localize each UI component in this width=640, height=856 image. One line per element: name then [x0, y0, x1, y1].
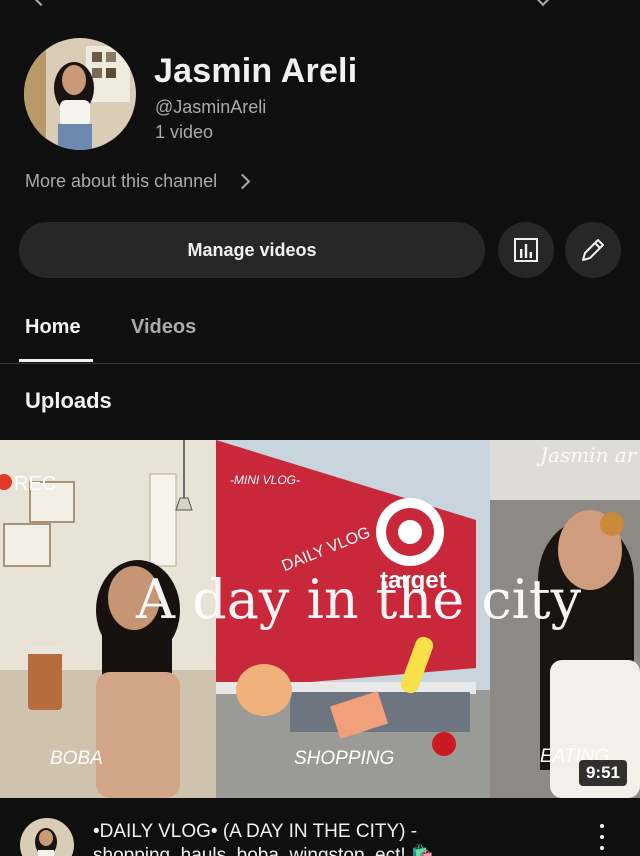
thumbnail-headline: A day in the city: [135, 568, 582, 631]
tab-home[interactable]: Home: [25, 316, 81, 339]
manage-videos-button[interactable]: Manage videos: [19, 222, 485, 278]
video-title-line-1: •DAILY VLOG• (A DAY IN THE CITY) -: [93, 821, 418, 842]
more-about-label: More about this channel: [25, 170, 218, 191]
channel-header: Jasmin Areli @JasminAreli 1 video: [24, 38, 624, 154]
channel-tabs: Home Videos: [0, 300, 640, 364]
tab-selected-indicator: [19, 359, 93, 362]
chevron-right-icon: [234, 173, 251, 189]
edit-channel-button[interactable]: [565, 222, 621, 278]
video-thumbnail[interactable]: REC BOBA target -MINI VLOG- DAILY VLOG S…: [0, 440, 640, 798]
video-list-item[interactable]: •DAILY VLOG• (A DAY IN THE CITY) - shopp…: [0, 816, 640, 856]
video-title-line-2: shopping, hauls, boba, wingstop, ect! 🛍️: [93, 845, 435, 856]
channel-avatar[interactable]: [24, 38, 136, 150]
rec-label: REC: [14, 473, 56, 495]
video-title[interactable]: •DAILY VLOG• (A DAY IN THE CITY) - shopp…: [93, 820, 593, 856]
video-duration: 9:51: [578, 760, 627, 786]
pencil-icon: [582, 239, 604, 261]
video-count: 1 video: [155, 122, 214, 142]
channel-name: Jasmin Areli: [154, 52, 358, 90]
more-options-icon[interactable]: [596, 822, 608, 852]
watermark: Jasmin ar: [536, 443, 638, 467]
dropdown-icon[interactable]: [535, 0, 551, 7]
mini-vlog-label: -MINI VLOG-: [230, 473, 300, 487]
channel-avatar-small[interactable]: [20, 818, 74, 856]
channel-handle: @JasminAreli: [155, 97, 267, 117]
top-bar-partial: [0, 0, 640, 12]
back-arrow-icon[interactable]: [33, 0, 49, 7]
section-title: Uploads: [25, 388, 112, 413]
caption-shopping: SHOPPING: [294, 748, 394, 769]
caption-boba: BOBA: [50, 748, 103, 769]
channel-actions: Manage videos: [19, 222, 623, 278]
tab-videos[interactable]: Videos: [131, 316, 196, 339]
more-about-channel-link[interactable]: More about this channel: [25, 168, 251, 194]
analytics-button[interactable]: [498, 222, 554, 278]
analytics-icon: [514, 238, 538, 262]
